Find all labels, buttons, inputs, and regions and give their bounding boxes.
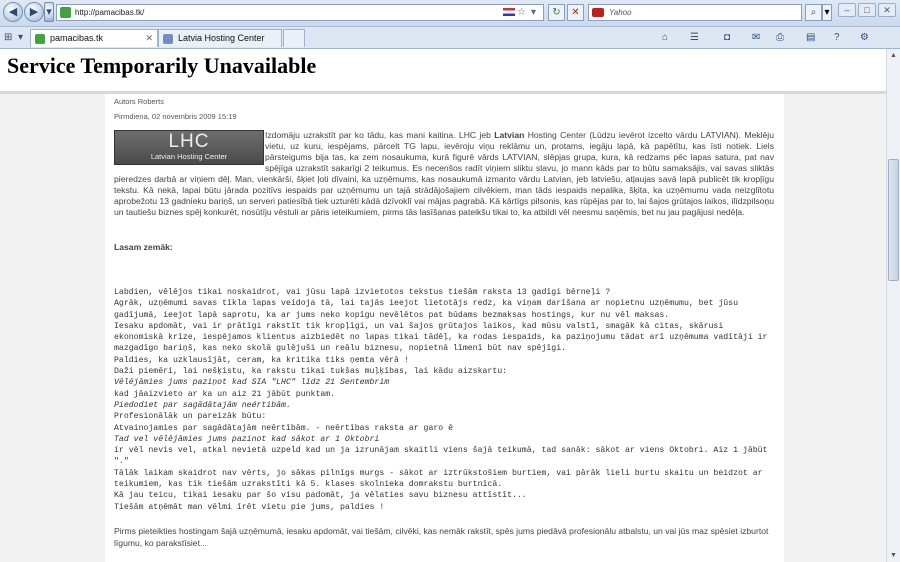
- letter-line: Atvainojamies par sagādātajām neērtībām.…: [114, 423, 454, 433]
- letter-block: Labdien, vēlējos tikai noskaidrot, vai j…: [114, 287, 774, 513]
- tab-pamacibas[interactable]: pamacibas.tk ✕: [30, 29, 158, 47]
- minimize-button[interactable]: –: [838, 3, 856, 17]
- flag-icon: [503, 8, 515, 16]
- favorite-star-icon[interactable]: ☆: [517, 6, 526, 19]
- letter-line: Tālāk laikam skaidrot nav vērts, jo sāka…: [114, 468, 763, 490]
- tab-latvia-hosting[interactable]: Latvia Hosting Center: [158, 29, 282, 47]
- article-date: Pirmdiena, 02 novembris 2009 15:19: [114, 112, 237, 121]
- home-icon[interactable]: ⌂: [662, 30, 668, 45]
- scroll-up-icon[interactable]: ▲: [888, 50, 899, 61]
- letter-line: Paldies, ka uzklausījāt, ceram, ka kriti…: [114, 355, 409, 365]
- tab-label: pamacibas.tk: [50, 33, 104, 43]
- mail-icon[interactable]: ✉: [752, 30, 760, 45]
- search-options-icon[interactable]: ▾: [822, 4, 832, 21]
- letter-line: Tad vel vēlējāmies jums pazinot kad sāko…: [114, 434, 380, 444]
- address-dropdown-icon[interactable]: ▾: [531, 6, 536, 19]
- tab-label: Latvia Hosting Center: [178, 33, 265, 43]
- search-button[interactable]: ⌕: [805, 4, 822, 21]
- separator: [0, 91, 886, 94]
- address-bar[interactable]: http://pamacibas.tk/ ☆ ▾: [56, 4, 544, 21]
- tab-favicon-icon: [35, 34, 45, 44]
- back-button[interactable]: ◀: [3, 2, 23, 22]
- letter-line: Profesionālāk un pareizāk būtu:: [114, 412, 267, 422]
- intro-text-a: Izdomāju uzrakstīt par ko tādu, kas mani…: [265, 130, 495, 140]
- right-gutter: [784, 94, 886, 562]
- maximize-button[interactable]: □: [858, 3, 876, 17]
- scroll-down-icon[interactable]: ▼: [888, 550, 899, 561]
- letter-line: Agrāk, uzņēmumi savas tīkla lapas veidoj…: [114, 299, 738, 320]
- feeds-icon[interactable]: ◘: [724, 30, 730, 45]
- page-menu-icon[interactable]: ▤: [806, 30, 815, 45]
- site-favicon-icon: [60, 7, 71, 18]
- letter-line: Tiešām atņēmāt man vēlmi īrēt vietu pie …: [114, 502, 385, 512]
- error-heading: Service Temporarily Unavailable: [7, 53, 317, 78]
- history-dropdown-icon[interactable]: ▾: [44, 2, 54, 22]
- print-icon[interactable]: ⎙: [776, 30, 784, 45]
- closing-paragraph: Pirms pieteikties hostingam šajā uzņēmum…: [114, 526, 769, 548]
- stop-button[interactable]: ✕: [567, 4, 584, 21]
- address-url: http://pamacibas.tk/: [75, 8, 145, 17]
- yahoo-provider-icon: [592, 8, 604, 17]
- letter-line: Iesaku apdomāt, vai ir prātīgi rakstīt t…: [114, 321, 768, 354]
- letter-line: Kā jau teicu, tikai iesaku par šo visu p…: [114, 491, 527, 501]
- section-heading: Lasam zemāk:: [114, 242, 173, 252]
- vertical-scrollbar[interactable]: ▲ ▼: [886, 49, 900, 562]
- letter-line: Labdien, vēlējos tikai noskaidrot, vai j…: [114, 288, 611, 297]
- article: Autors Roberts Pirmdiena, 02 novembris 2…: [114, 97, 774, 548]
- address-toolbar: ◀ ▶ ▾ http://pamacibas.tk/ ☆ ▾ ↻ ✕ Yahoo…: [0, 0, 900, 27]
- scroll-thumb[interactable]: [888, 159, 899, 281]
- tab-bar: ⊞ ▾ pamacibas.tk ✕ Latvia Hosting Center…: [0, 27, 900, 49]
- refresh-button[interactable]: ↻: [548, 4, 565, 21]
- logo-subtitle: Latvian Hosting Center: [150, 152, 228, 161]
- quick-tabs-icon[interactable]: ⊞: [4, 30, 12, 45]
- left-gutter: [0, 94, 105, 562]
- forward-button[interactable]: ▶: [24, 2, 44, 22]
- letter-line: kad jāaizvieto ar ka un aiz 21 jābūt pun…: [114, 389, 336, 399]
- tab-favicon-icon: [163, 34, 173, 44]
- search-placeholder: Yahoo: [609, 8, 632, 17]
- tools-gear-icon[interactable]: ⚙: [860, 30, 869, 45]
- page-viewport: Service Temporarily Unavailable Autors R…: [0, 49, 886, 562]
- letter-line: Daži piemēri, lai nešķistu, ka rakstu ti…: [114, 367, 508, 377]
- letter-line: Vēlējāmies jums paziņot kad SIA "LHC" lī…: [114, 378, 390, 388]
- search-input[interactable]: Yahoo: [588, 4, 802, 21]
- close-window-button[interactable]: ✕: [878, 3, 896, 17]
- tab-close-icon[interactable]: ✕: [145, 30, 153, 47]
- tab-list-icon[interactable]: ▾: [18, 30, 23, 45]
- article-author: Autors Roberts: [114, 97, 165, 106]
- lhc-logo: LHC Latvian Hosting Center: [114, 130, 264, 165]
- favorites-icon[interactable]: ☰: [690, 30, 699, 45]
- intro-latvian: Latvian: [494, 130, 525, 140]
- help-icon[interactable]: ?: [834, 30, 840, 45]
- logo-title: LHC: [168, 131, 210, 152]
- letter-line: ir vēl nevis vel, atkal nevietā uzpeld k…: [114, 446, 768, 467]
- new-tab-button[interactable]: [283, 29, 305, 47]
- letter-line: Piedodiet par sagādātajām neértibām.: [114, 400, 291, 410]
